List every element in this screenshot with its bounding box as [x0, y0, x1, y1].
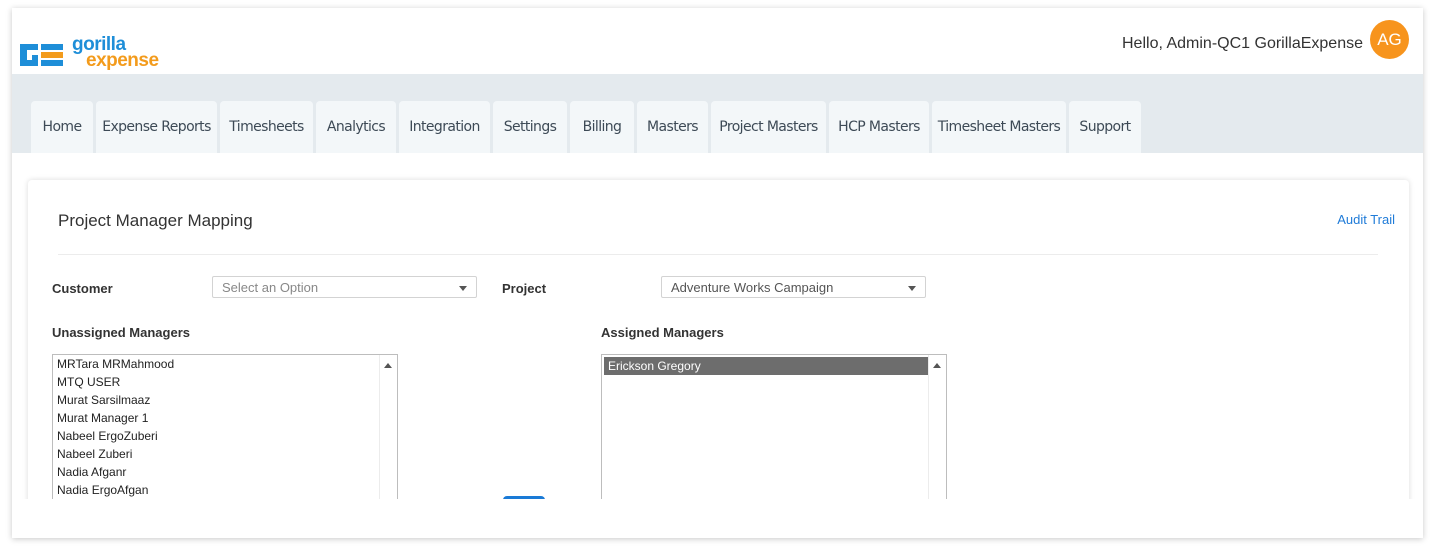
- tab-hcp-masters[interactable]: HCP Masters: [829, 101, 929, 153]
- list-item-selected[interactable]: Erickson Gregory: [604, 357, 928, 375]
- tab-timesheet-masters[interactable]: Timesheet Masters: [932, 101, 1066, 153]
- divider: [58, 254, 1378, 255]
- tab-masters[interactable]: Masters: [637, 101, 708, 153]
- tab-expense-reports[interactable]: Expense Reports: [96, 101, 217, 153]
- tab-support[interactable]: Support: [1069, 101, 1141, 153]
- project-label: Project: [502, 281, 547, 296]
- audit-trail-link[interactable]: Audit Trail: [1337, 212, 1395, 227]
- customer-label: Customer: [52, 281, 113, 296]
- list-item[interactable]: Nadia Afganr: [53, 463, 397, 481]
- customer-select-value: Select an Option: [222, 280, 319, 295]
- main-nav: Home Expense Reports Timesheets Analytic…: [12, 74, 1423, 153]
- scrollbar[interactable]: [928, 355, 946, 523]
- tab-billing[interactable]: Billing: [570, 101, 634, 153]
- app-window: gorilla expense Hello, Admin-QC1 Gorilla…: [12, 8, 1423, 538]
- tab-settings[interactable]: Settings: [493, 101, 567, 153]
- assigned-managers-label: Assigned Managers: [601, 325, 724, 340]
- page-title: Project Manager Mapping: [58, 211, 253, 230]
- scroll-up-arrow-icon[interactable]: [933, 363, 941, 368]
- mapping-card: Project Manager Mapping Audit Trail Cust…: [28, 180, 1409, 538]
- tab-integration[interactable]: Integration: [399, 101, 490, 153]
- tab-analytics[interactable]: Analytics: [316, 101, 396, 153]
- project-select[interactable]: Adventure Works Campaign: [661, 276, 926, 298]
- tab-project-masters[interactable]: Project Masters: [711, 101, 826, 153]
- unassigned-managers-label: Unassigned Managers: [52, 325, 190, 340]
- viewport-bottom: [12, 499, 1423, 538]
- tab-home[interactable]: Home: [31, 101, 93, 153]
- logo[interactable]: gorilla expense: [18, 32, 178, 72]
- customer-select[interactable]: Select an Option: [212, 276, 477, 298]
- chevron-down-icon: [908, 286, 916, 291]
- gorilla-expense-logo-icon: [20, 44, 63, 66]
- logo-text-bottom: expense: [86, 50, 159, 71]
- tab-timesheets[interactable]: Timesheets: [220, 101, 313, 153]
- app-header: gorilla expense Hello, Admin-QC1 Gorilla…: [12, 8, 1423, 74]
- list-item[interactable]: Nabeel ErgoZuberi: [53, 427, 397, 445]
- list-item[interactable]: Nadia ErgoAfgan: [53, 481, 397, 499]
- list-item[interactable]: Murat Sarsilmaaz: [53, 391, 397, 409]
- chevron-down-icon: [459, 286, 467, 291]
- list-item[interactable]: Murat Manager 1: [53, 409, 397, 427]
- list-item[interactable]: MRTara MRMahmood: [53, 355, 397, 373]
- project-select-value: Adventure Works Campaign: [671, 280, 834, 295]
- scrollbar[interactable]: [379, 355, 397, 523]
- list-item[interactable]: MTQ USER: [53, 373, 397, 391]
- user-greeting: Hello, Admin-QC1 GorillaExpense: [1122, 35, 1363, 52]
- list-item[interactable]: Nabeel Zuberi: [53, 445, 397, 463]
- avatar[interactable]: AG: [1370, 20, 1409, 59]
- scroll-up-arrow-icon[interactable]: [384, 363, 392, 368]
